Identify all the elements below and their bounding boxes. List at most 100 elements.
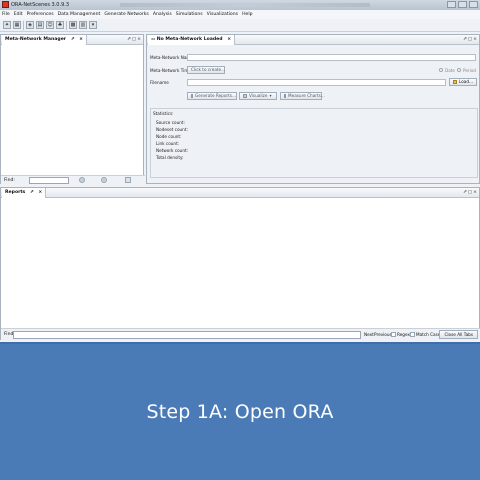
match-case-checkbox[interactable]: [410, 332, 415, 337]
menu-edit[interactable]: Edit: [14, 12, 23, 17]
date-option-label: Date: [445, 68, 456, 73]
meta-network-time-label: Meta-Network Time: [150, 68, 191, 73]
reports-find-input[interactable]: [13, 331, 361, 339]
maximize-panel-icon[interactable]: ▢: [132, 37, 136, 43]
caption-banner: Step 1A: Open ORA: [0, 342, 480, 480]
tree-icon[interactable]: ♣: [56, 21, 64, 29]
chart-icon[interactable]: ▤: [36, 21, 44, 29]
magic-wand-icon[interactable]: ✦: [3, 21, 11, 29]
pin-icon[interactable]: ⇗: [71, 37, 75, 42]
meta-network-manager-panel: Meta-Network Manager ⇗ × ⇗ ▢ × Find:: [0, 34, 145, 184]
toolbar: ✦ ▦ ◈ ▤ ☺ ♣ ▩ ▥ ▾: [0, 19, 480, 32]
menu-bar: File Edit Preferences Data Management Ge…: [0, 10, 480, 19]
menu-generate-networks[interactable]: Generate Networks: [104, 12, 149, 17]
close-panel-icon[interactable]: ×: [137, 37, 141, 43]
undock-icon[interactable]: ⇗: [463, 37, 467, 43]
period-radio[interactable]: [457, 68, 461, 72]
grid-icon[interactable]: ▦: [13, 21, 21, 29]
generate-reports-label: Generate Reports...: [195, 93, 236, 98]
measure-charts-button[interactable]: Measure Charts...: [280, 92, 325, 100]
app-icon: [2, 1, 9, 8]
pin-icon[interactable]: ⇗: [30, 190, 34, 195]
menu-analysis[interactable]: Analysis: [153, 12, 172, 17]
reports-find-bar: Find: Next Previous Regex Match Case Clo…: [1, 328, 480, 340]
close-icon[interactable]: ×: [79, 37, 83, 42]
panel-header: Meta-Network Manager ⇗ × ⇗ ▢ ×: [1, 35, 143, 45]
menu-data-management[interactable]: Data Management: [58, 12, 101, 17]
screen: ORA-NetScenes 3.0.9.3 File Edit Preferen…: [0, 0, 480, 480]
layout-icon[interactable]: ▥: [79, 21, 87, 29]
tab-reports[interactable]: Reports ⇗ ×: [2, 188, 47, 198]
tab-label: Meta-Network Manager: [5, 37, 67, 42]
time-create-button[interactable]: Click to create...: [187, 66, 225, 74]
find-option-checkbox[interactable]: [125, 177, 131, 183]
node-count-label: Node count:: [156, 134, 182, 139]
regex-label: Regex: [397, 332, 410, 337]
panel-controls: ⇗ ▢ ×: [463, 190, 477, 196]
find-input[interactable]: [29, 177, 69, 184]
filename-label: Filename: [150, 80, 169, 85]
matrix-icon[interactable]: ▩: [69, 21, 77, 29]
meta-network-name-input[interactable]: [187, 54, 476, 61]
filename-input[interactable]: [187, 79, 446, 86]
close-all-tabs-button[interactable]: Close All Tabs: [439, 330, 478, 339]
close-panel-icon[interactable]: ×: [473, 37, 477, 43]
panel-header: ⚏ No Meta-Network Loaded × ⇗ ▢ ×: [147, 35, 479, 45]
network-icon[interactable]: ◈: [26, 21, 34, 29]
previous-link[interactable]: Previous: [374, 331, 392, 339]
menu-preferences[interactable]: Preferences: [27, 12, 54, 17]
next-link[interactable]: Next: [364, 331, 374, 339]
close-icon[interactable]: ×: [38, 190, 42, 195]
find-next-icon[interactable]: [101, 177, 107, 183]
network-count-label: Network count:: [156, 148, 189, 153]
panel-controls: ⇗ ▢ ×: [127, 37, 141, 43]
network-icon: ⚏: [151, 37, 156, 42]
tab-no-meta-network-loaded[interactable]: ⚏ No Meta-Network Loaded ×: [148, 35, 236, 45]
undock-icon[interactable]: ⇗: [127, 37, 131, 43]
visualize-button[interactable]: Visualize ▾: [239, 92, 277, 100]
generate-reports-button[interactable]: Generate Reports...: [187, 92, 237, 100]
menu-simulations[interactable]: Simulations: [176, 12, 203, 17]
panel-header: Reports ⇗ × ⇗ ▢ ×: [1, 188, 479, 198]
visualize-label: Visualize: [249, 93, 268, 98]
tab-label: No Meta-Network Loaded: [156, 37, 223, 42]
report-icon: [191, 94, 193, 98]
menu-help[interactable]: Help: [242, 12, 252, 17]
person-icon[interactable]: ☺: [46, 21, 54, 29]
undock-icon[interactable]: ⇗: [463, 190, 467, 196]
date-radio[interactable]: [439, 68, 443, 72]
ora-window: ORA-NetScenes 3.0.9.3 File Edit Preferen…: [0, 0, 480, 342]
folder-icon: [453, 80, 457, 84]
reports-panel: Reports ⇗ × ⇗ ▢ × Find: Next Previous Re…: [0, 187, 480, 340]
meta-network-editor-panel: ⚏ No Meta-Network Loaded × ⇗ ▢ × Meta-Ne…: [146, 34, 480, 184]
tab-meta-network-manager[interactable]: Meta-Network Manager ⇗ ×: [2, 35, 88, 45]
regex-checkbox[interactable]: [391, 332, 396, 337]
window-controls: [447, 1, 478, 8]
menu-file[interactable]: File: [2, 12, 10, 17]
statistics-box: Statistics: Source count: Nodeset count:…: [150, 108, 478, 178]
minimize-icon[interactable]: [447, 1, 456, 8]
statistics-title: Statistics:: [153, 111, 174, 116]
nodeset-count-label: Nodeset count:: [156, 127, 188, 132]
blurred-title-area: [120, 3, 370, 7]
close-panel-icon[interactable]: ×: [473, 190, 477, 196]
match-case-label: Match Case: [416, 332, 441, 337]
menu-visualizations[interactable]: Visualizations: [207, 12, 238, 17]
link-count-label: Link count:: [156, 141, 180, 146]
find-previous-icon[interactable]: [79, 177, 85, 183]
visualize-icon: [243, 94, 247, 98]
maximize-panel-icon[interactable]: ▢: [468, 190, 472, 196]
find-bar: Find:: [1, 175, 145, 184]
load-button-label: Load...: [458, 79, 473, 84]
close-window-icon[interactable]: [469, 1, 478, 8]
chevron-down-icon: ▾: [269, 93, 272, 98]
total-density-label: Total density:: [156, 155, 184, 160]
dropdown-icon[interactable]: ▾: [89, 21, 97, 29]
toolbar-separator: [66, 20, 67, 30]
close-icon[interactable]: ×: [227, 37, 231, 42]
panel-controls: ⇗ ▢ ×: [463, 37, 477, 43]
maximize-panel-icon[interactable]: ▢: [468, 37, 472, 43]
load-button[interactable]: Load...: [449, 78, 477, 86]
find-label: Find:: [4, 178, 15, 183]
maximize-icon[interactable]: [458, 1, 467, 8]
